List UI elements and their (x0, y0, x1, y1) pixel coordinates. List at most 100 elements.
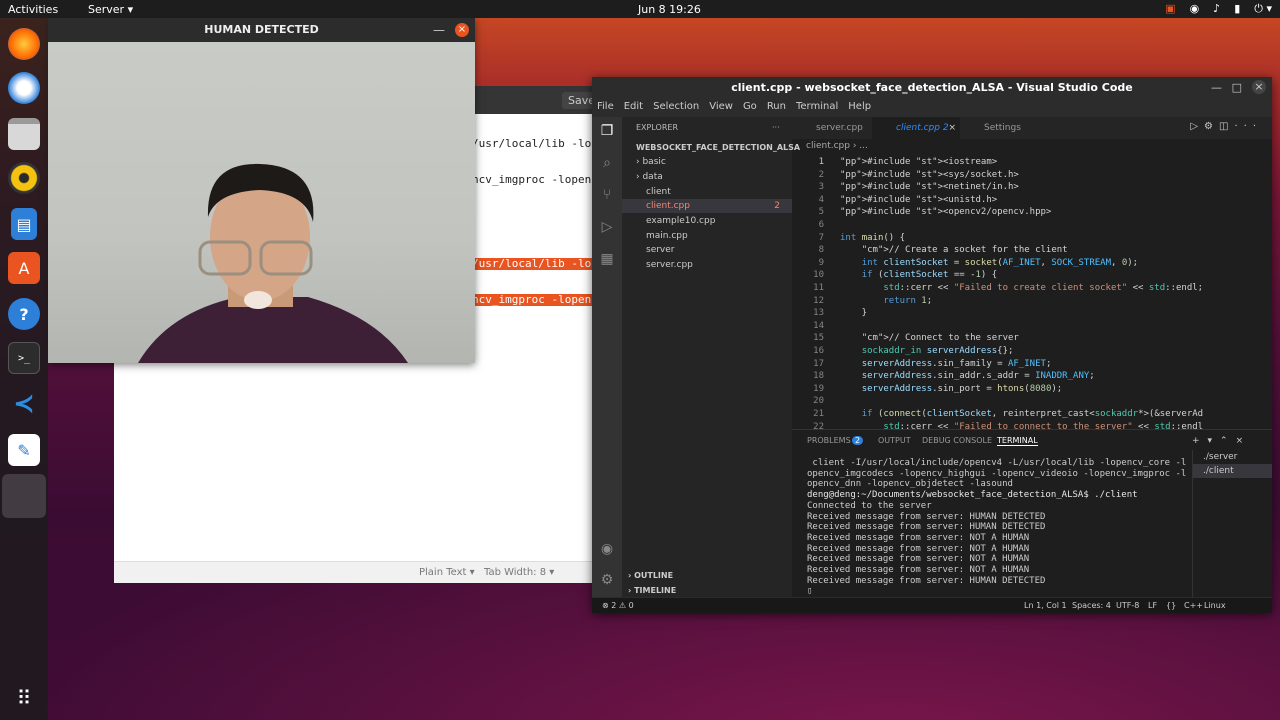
os-indicator[interactable]: Linux (1204, 601, 1226, 610)
account-icon[interactable]: ◉ (598, 541, 616, 559)
close-button[interactable]: × (455, 23, 469, 37)
terminal-icon[interactable]: >_ (8, 342, 40, 374)
tab-server-cpp[interactable]: server.cpp (792, 117, 872, 139)
minimize-button[interactable]: — (1211, 81, 1222, 94)
tab-problems[interactable]: PROBLEMS (807, 436, 851, 445)
close-button[interactable]: × (1252, 80, 1266, 94)
encoding[interactable]: UTF-8 (1116, 601, 1139, 610)
thunderbird-icon[interactable] (8, 72, 40, 104)
code-line: "cm">// Connect to the server (861, 333, 1019, 344)
line-number: 9 (818, 257, 824, 268)
volume-icon[interactable]: ♪ (1213, 2, 1220, 16)
line-number: 21 (813, 409, 824, 419)
tree-item-label: example10.cpp (646, 216, 716, 226)
editor-actions[interactable]: ▷⚙◫··· (1190, 121, 1262, 132)
terminal-line: client -I/usr/local/include/opencv4 -L/u… (807, 458, 1187, 468)
source-control-icon[interactable]: ⑂ (598, 187, 616, 205)
line-number: 14 (813, 320, 824, 331)
tree-item-server-cpp[interactable]: server.cpp (622, 258, 792, 272)
outline-section[interactable]: › OUTLINE (628, 571, 673, 580)
run-debug-icon[interactable]: ▷ (598, 219, 616, 237)
files-icon[interactable] (8, 118, 40, 150)
menu-file[interactable]: File (592, 99, 619, 117)
problems-status[interactable]: ⊗ 2 ⚠ 0 (602, 601, 634, 610)
tree-item-main[interactable]: main.cpp (622, 229, 792, 243)
terminal-label: ./server (1203, 452, 1238, 462)
code-line: if (connect(clientSocket, reinterpret_ca… (861, 409, 1204, 419)
explorer-more-icon[interactable]: ··· (772, 123, 780, 132)
writer-icon[interactable]: ▤ (11, 208, 37, 240)
menu-view[interactable]: View (704, 99, 738, 117)
explorer-icon[interactable]: ❐ (598, 123, 616, 141)
terminal-item-server[interactable]: ./server (1193, 450, 1272, 464)
tab-terminal[interactable]: TERMINAL (997, 436, 1038, 446)
wifi-icon[interactable]: ◉ (1190, 2, 1200, 16)
help-icon[interactable]: ? (8, 298, 40, 330)
editor-tabs: server.cpp client.cpp 2 × Settings ▷⚙◫··· (792, 117, 1272, 139)
tab-width-selector[interactable]: Tab Width: 8 ▾ (484, 567, 554, 578)
power-icon[interactable]: ⏻ ▾ (1254, 2, 1272, 16)
menu-selection[interactable]: Selection (648, 99, 704, 117)
system-tray[interactable]: ▣ ◉ ♪ ▮ ⏻ ▾ (1165, 2, 1272, 16)
rhythmbox-icon[interactable] (8, 162, 40, 194)
firefox-icon[interactable] (8, 28, 40, 60)
screencast-icon[interactable]: ▣ (1165, 2, 1175, 16)
clock[interactable]: Jun 8 19:26 (638, 3, 701, 16)
close-tab-icon[interactable]: × (948, 117, 956, 139)
terminal-item-client[interactable]: ./client (1193, 464, 1272, 478)
code-line: if (clientSocket == -1) { (861, 270, 998, 281)
language-mode[interactable]: C++ (1184, 601, 1203, 610)
window-title: client.cpp - websocket_face_detection_AL… (592, 77, 1272, 99)
tab-settings[interactable]: Settings (960, 117, 1040, 139)
code-line: serverAddress.sin_port = htons(8080); (861, 383, 1063, 394)
code-line: serverAddress.sin_addr.s_addr = INADDR_A… (861, 371, 1095, 382)
workspace-folder[interactable]: WEBSOCKET_FACE_DETECTION_ALSA (636, 143, 800, 152)
tree-item-data[interactable]: › data (622, 170, 792, 184)
eol[interactable]: LF (1148, 601, 1157, 610)
blank-icon[interactable] (2, 474, 46, 518)
tree-item-server[interactable]: server (622, 243, 792, 257)
menu-edit[interactable]: Edit (619, 99, 648, 117)
braces-icon[interactable]: {} (1166, 601, 1176, 610)
tab-output[interactable]: OUTPUT (878, 436, 911, 445)
terminal-output[interactable]: client -I/usr/local/include/opencv4 -L/u… (807, 458, 1186, 597)
timeline-section[interactable]: › TIMELINE (628, 586, 676, 595)
minimize-button[interactable]: — (433, 23, 445, 37)
editor-icon[interactable]: ✎ (8, 434, 40, 466)
vscode-icon[interactable]: ≺ (8, 388, 40, 420)
editor-text[interactable]: /usr/local/lib -lope ncv_imgproc -lopenc… (472, 114, 612, 330)
cursor-position[interactable]: Ln 1, Col 1 (1024, 601, 1067, 610)
language-selector[interactable]: Plain Text ▾ (419, 567, 475, 578)
panel-actions[interactable]: +▾⌃× (1192, 436, 1251, 446)
indent-setting[interactable]: Spaces: 4 (1072, 601, 1111, 610)
code-line: std::cerr << "Failed to connect to the s… (883, 421, 1204, 429)
tab-debug-console[interactable]: DEBUG CONSOLE (922, 436, 992, 445)
line-number: 12 (813, 295, 824, 306)
menu-run[interactable]: Run (762, 99, 791, 117)
breadcrumb[interactable]: client.cpp › ... (806, 141, 868, 151)
battery-icon[interactable]: ▮ (1234, 2, 1240, 16)
tree-item-example10[interactable]: example10.cpp (622, 214, 792, 228)
line-number: 13 (813, 308, 824, 319)
activities-button[interactable]: Activities (8, 3, 58, 16)
tab-client-cpp[interactable]: client.cpp 2 × (872, 117, 960, 139)
code-editor[interactable]: 1 "pp">#include "st"><iostream> 2 "pp">#inc… (792, 153, 1272, 429)
show-apps-icon[interactable]: ⠿ (8, 682, 40, 714)
tree-item-client-cpp[interactable]: client.cpp 2 (622, 199, 792, 213)
menu-go[interactable]: Go (738, 99, 762, 117)
vscode-window: client.cpp - websocket_face_detection_AL… (592, 77, 1272, 613)
app-menu[interactable]: Server ▾ (88, 3, 133, 16)
tree-item-label: server.cpp (646, 260, 693, 270)
code-line: int clientSocket = socket(AF_INET, SOCK_… (861, 257, 1139, 268)
editor-line: ncv_imgproc -lopencv (472, 173, 605, 186)
menu-terminal[interactable]: Terminal (791, 99, 843, 117)
settings-gear-icon[interactable]: ⚙ (598, 572, 616, 590)
menu-help[interactable]: Help (843, 99, 876, 117)
search-icon[interactable]: ⌕ (598, 155, 616, 173)
top-bar: Activities Server ▾ Jun 8 19:26 ▣ ◉ ♪ ▮ … (0, 0, 1280, 18)
tree-item-basic[interactable]: › basic (622, 155, 792, 169)
extensions-icon[interactable]: ▦ (598, 251, 616, 269)
maximize-button[interactable]: □ (1232, 81, 1242, 94)
tree-item-client[interactable]: client (622, 185, 792, 199)
software-icon[interactable]: A (8, 252, 40, 284)
